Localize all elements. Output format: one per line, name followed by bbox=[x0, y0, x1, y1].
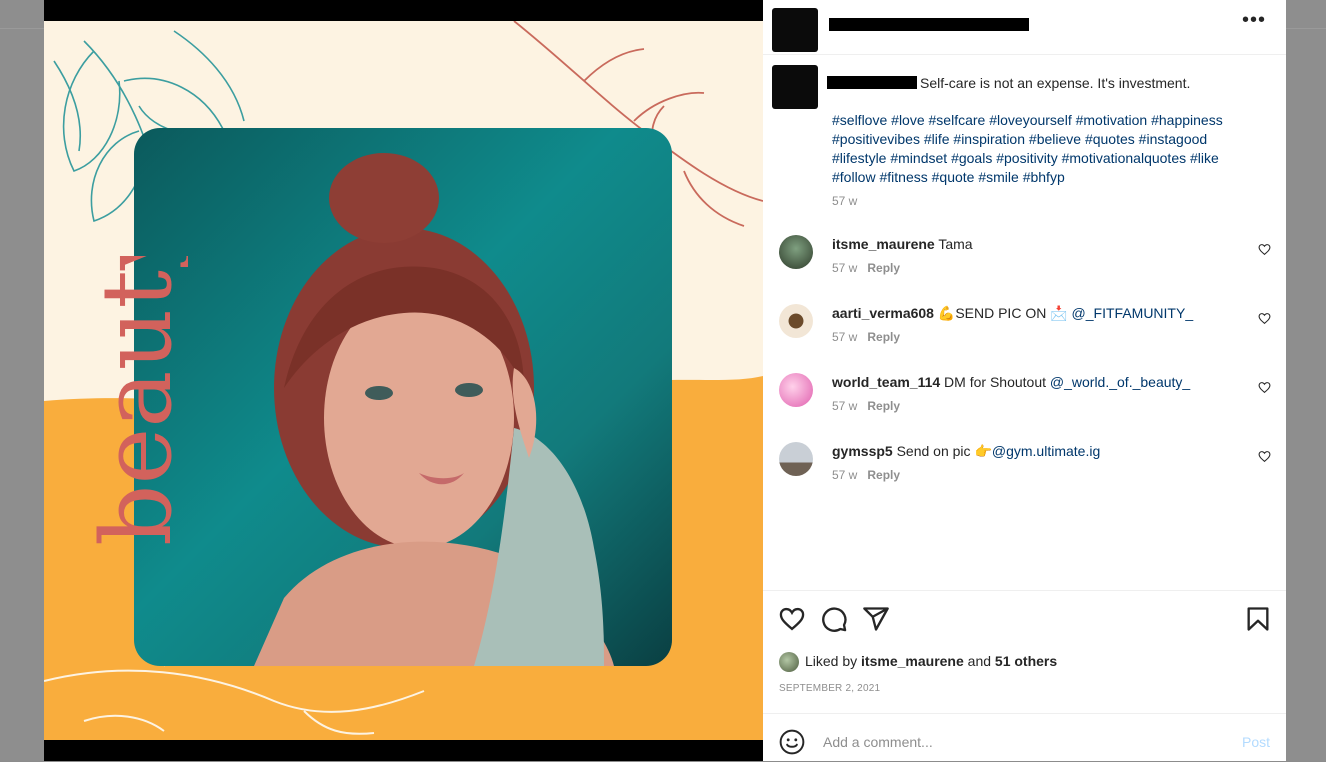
comment-username[interactable]: itsme_maurene bbox=[832, 236, 935, 252]
post-media[interactable]: beauty bbox=[44, 0, 763, 761]
comment-time: 57 w bbox=[832, 399, 858, 413]
post-actions: Liked by itsme_maurene and 51 others SEP… bbox=[763, 590, 1286, 714]
portrait-photo bbox=[134, 128, 672, 666]
emoji-icon[interactable] bbox=[779, 729, 805, 755]
caption-username-redacted[interactable] bbox=[827, 76, 917, 89]
post-header: ••• bbox=[763, 0, 1286, 55]
comment-like-icon[interactable] bbox=[1258, 243, 1271, 256]
comment-body: SEND PIC ON bbox=[955, 305, 1051, 321]
comment-like-icon[interactable] bbox=[1258, 381, 1271, 394]
hashtag-link[interactable]: #smile bbox=[978, 169, 1018, 185]
hashtag-link[interactable]: #bhfyp bbox=[1023, 169, 1065, 185]
comment-item: itsme_maurene Tama 57 w Reply bbox=[779, 235, 1279, 295]
post-comment-button[interactable]: Post bbox=[1242, 734, 1270, 750]
comment-text: world_team_114 DM for Shoutout @_world._… bbox=[832, 373, 1190, 392]
comment-body: Send on pic bbox=[892, 443, 975, 459]
hashtag-link[interactable]: #quotes bbox=[1085, 131, 1135, 147]
hashtag-link[interactable]: #selflove bbox=[832, 112, 887, 128]
comment-mention-link[interactable]: @gym.ultimate.ig bbox=[992, 443, 1100, 459]
likes-middle: and bbox=[963, 653, 995, 669]
reply-button[interactable]: Reply bbox=[867, 330, 900, 344]
hashtag-link[interactable]: #follow bbox=[832, 169, 876, 185]
comment-text: gymssp5 Send on pic 👉@gym.ultimate.ig bbox=[832, 442, 1100, 461]
hashtag-link[interactable]: #positivevibes bbox=[832, 131, 920, 147]
comment-text: aarti_verma608 💪SEND PIC ON 📩 @_FITFAMUN… bbox=[832, 304, 1193, 323]
bookmark-icon[interactable] bbox=[1244, 605, 1272, 633]
comment-item: aarti_verma608 💪SEND PIC ON 📩 @_FITFAMUN… bbox=[779, 304, 1279, 364]
reply-button[interactable]: Reply bbox=[867, 261, 900, 275]
author-username-redacted[interactable] bbox=[829, 18, 1029, 31]
likes-summary: Liked by itsme_maurene and 51 others bbox=[779, 651, 1057, 673]
hashtag-link[interactable]: #love bbox=[891, 112, 924, 128]
comment-body: DM for Shoutout bbox=[940, 374, 1050, 390]
hashtag-link[interactable]: #mindset bbox=[890, 150, 947, 166]
comment-time: 57 w bbox=[832, 330, 858, 344]
commenter-avatar[interactable] bbox=[779, 235, 813, 269]
reply-button[interactable]: Reply bbox=[867, 399, 900, 413]
hashtag-link[interactable]: #positivity bbox=[996, 150, 1057, 166]
share-icon[interactable] bbox=[862, 605, 890, 633]
comment-emoji: 📩 bbox=[1050, 305, 1068, 321]
post-image[interactable]: beauty bbox=[44, 21, 763, 740]
liker-username[interactable]: itsme_maurene bbox=[861, 653, 964, 669]
hashtag-link[interactable]: #like bbox=[1190, 150, 1219, 166]
heart-icon[interactable] bbox=[778, 605, 806, 633]
comment-icon[interactable] bbox=[820, 605, 848, 633]
hashtag-link[interactable]: #selfcare bbox=[929, 112, 986, 128]
comment-mention-link[interactable]: @_FITFAMUNITY_ bbox=[1072, 305, 1194, 321]
hashtag-link[interactable]: #happiness bbox=[1151, 112, 1223, 128]
comment-like-icon[interactable] bbox=[1258, 312, 1271, 325]
comment-username[interactable]: aarti_verma608 bbox=[832, 305, 934, 321]
author-avatar[interactable] bbox=[772, 8, 818, 52]
comment-item: gymssp5 Send on pic 👉@gym.ultimate.ig 57… bbox=[779, 442, 1279, 502]
caption-timestamp: 57 w bbox=[832, 194, 858, 208]
hashtag-link[interactable]: #life bbox=[924, 131, 950, 147]
comments-area[interactable]: Self-care is not an expense. It's invest… bbox=[763, 55, 1286, 590]
post-date: SEPTEMBER 2, 2021 bbox=[779, 683, 881, 694]
hashtag-link[interactable]: #inspiration bbox=[953, 131, 1025, 147]
more-options-icon[interactable]: ••• bbox=[1242, 10, 1266, 30]
comment-meta: 57 w Reply bbox=[832, 399, 900, 413]
add-comment-input[interactable] bbox=[821, 728, 1205, 756]
comment-emoji: 💪 bbox=[937, 305, 956, 321]
caption-text: Self-care is not an expense. It's invest… bbox=[920, 75, 1191, 91]
caption-avatar[interactable] bbox=[772, 65, 818, 109]
svg-text:beauty: beauty bbox=[81, 256, 188, 546]
hashtag-link[interactable]: #goals bbox=[951, 150, 992, 166]
liker-avatar[interactable] bbox=[779, 652, 799, 673]
comment-like-icon[interactable] bbox=[1258, 450, 1271, 463]
likes-prefix: Liked by bbox=[805, 653, 862, 669]
comment-username[interactable]: gymssp5 bbox=[832, 443, 893, 459]
comment-time: 57 w bbox=[832, 261, 858, 275]
hashtag-link[interactable]: #believe bbox=[1029, 131, 1081, 147]
hashtag-link[interactable]: #fitness bbox=[879, 169, 927, 185]
caption-hashtags: #selflove #love #selfcare #loveyourself … bbox=[832, 111, 1262, 187]
add-comment-bar: Post bbox=[763, 713, 1286, 762]
comment-username[interactable]: world_team_114 bbox=[832, 374, 940, 390]
commenter-avatar[interactable] bbox=[779, 442, 813, 476]
post-side-panel: ••• Self-care is not an expense. It's in… bbox=[763, 0, 1286, 761]
comment-time: 57 w bbox=[832, 468, 858, 482]
comment-emoji: 👉 bbox=[974, 443, 992, 459]
hashtag-link[interactable]: #motivationalquotes bbox=[1062, 150, 1187, 166]
beauty-word: beauty bbox=[81, 256, 188, 546]
comment-text: itsme_maurene Tama bbox=[832, 235, 973, 254]
likes-others-link[interactable]: 51 others bbox=[995, 653, 1057, 669]
comment-item: world_team_114 DM for Shoutout @_world._… bbox=[779, 373, 1279, 433]
hashtag-link[interactable]: #motivation bbox=[1076, 112, 1148, 128]
comment-meta: 57 w Reply bbox=[832, 330, 900, 344]
hashtag-link[interactable]: #lifestyle bbox=[832, 150, 886, 166]
post-modal: beauty ••• Self-care is not an expense. … bbox=[44, 0, 1286, 761]
hashtag-link[interactable]: #loveyourself bbox=[989, 112, 1072, 128]
commenter-avatar[interactable] bbox=[779, 373, 813, 407]
comment-meta: 57 w Reply bbox=[832, 261, 900, 275]
reply-button[interactable]: Reply bbox=[867, 468, 900, 482]
commenter-avatar[interactable] bbox=[779, 304, 813, 338]
comment-mention-link[interactable]: @_world._of._beauty_ bbox=[1050, 374, 1190, 390]
hashtag-link[interactable]: #instagood bbox=[1139, 131, 1208, 147]
comment-meta: 57 w Reply bbox=[832, 468, 900, 482]
hashtag-link[interactable]: #quote bbox=[932, 169, 975, 185]
comment-body: Tama bbox=[934, 236, 973, 252]
